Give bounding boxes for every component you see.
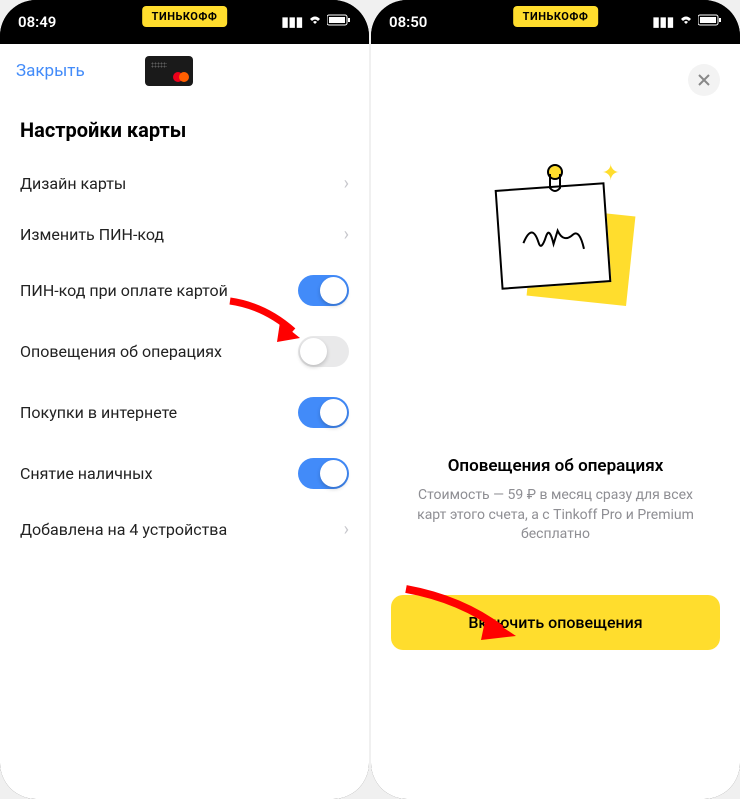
header: Закрыть: [0, 44, 369, 98]
row-label: Добавлена на 4 устройства: [20, 520, 227, 539]
brand-badge: ТИНЬКОФФ: [513, 6, 599, 27]
row-label: Изменить ПИН-код: [20, 225, 164, 244]
battery-icon: [698, 14, 722, 30]
toggle-online[interactable]: [298, 397, 349, 428]
card-thumbnail[interactable]: [145, 56, 193, 86]
screen-right: ✦ Оповещения об операциях Стоимость — 59…: [371, 44, 740, 799]
row-devices[interactable]: Добавлена на 4 устройства ›: [0, 504, 369, 555]
chevron-right-icon: ›: [344, 173, 349, 194]
status-bar: 08:49 ТИНЬКОФФ ▮▮▮: [0, 0, 369, 44]
row-label: Оповещения об операциях: [20, 342, 222, 361]
phone-right: 08:50 ТИНЬКОФФ ▮▮▮ ✦: [371, 0, 740, 799]
close-button[interactable]: Закрыть: [16, 61, 85, 81]
row-online-purchases: Покупки в интернете: [0, 382, 369, 443]
wifi-icon: [678, 14, 694, 30]
row-notifications: Оповещения об операциях: [0, 321, 369, 382]
status-icons: ▮▮▮: [282, 14, 351, 30]
row-label: Покупки в интернете: [20, 403, 177, 422]
status-time: 08:50: [389, 13, 427, 31]
phone-left: 08:49 ТИНЬКОФФ ▮▮▮ Закрыть Настройки кар…: [0, 0, 369, 799]
brand-badge: ТИНЬКОФФ: [142, 6, 228, 27]
promo-illustration: ✦: [476, 156, 636, 316]
wifi-icon: [307, 14, 323, 30]
signature-icon: [516, 214, 589, 259]
close-button[interactable]: [688, 64, 720, 96]
toggle-cash[interactable]: [298, 458, 349, 489]
row-label: Снятие наличных: [20, 464, 153, 483]
row-change-pin[interactable]: Изменить ПИН-код ›: [0, 209, 369, 260]
toggle-pin-payment[interactable]: [298, 275, 349, 306]
settings-list: Настройки карты Дизайн карты › Изменить …: [0, 98, 369, 563]
signal-icon: ▮▮▮: [653, 15, 674, 30]
paperclip-icon: [544, 164, 566, 194]
battery-icon: [327, 14, 351, 30]
promo-title: Оповещения об операциях: [391, 456, 720, 476]
row-card-design[interactable]: Дизайн карты ›: [0, 158, 369, 209]
status-icons: ▮▮▮: [653, 14, 722, 30]
enable-notifications-button[interactable]: Включить оповещения: [391, 595, 720, 650]
section-title: Настройки карты: [0, 106, 369, 158]
toggle-notifications[interactable]: [298, 336, 349, 367]
screen-left: Закрыть Настройки карты Дизайн карты › И…: [0, 44, 369, 799]
chevron-right-icon: ›: [344, 224, 349, 245]
status-time: 08:49: [18, 13, 56, 31]
close-icon: [698, 74, 710, 86]
status-bar: 08:50 ТИНЬКОФФ ▮▮▮: [371, 0, 740, 44]
row-label: Дизайн карты: [20, 174, 126, 193]
row-pin-payment: ПИН-код при оплате картой: [0, 260, 369, 321]
row-label: ПИН-код при оплате картой: [20, 281, 228, 300]
signal-icon: ▮▮▮: [282, 15, 303, 30]
sticky-note-front: [494, 182, 611, 289]
promo-description: Стоимость — 59 ₽ в месяц сразу для всех …: [391, 486, 720, 545]
chevron-right-icon: ›: [344, 519, 349, 540]
row-cash-withdrawal: Снятие наличных: [0, 443, 369, 504]
